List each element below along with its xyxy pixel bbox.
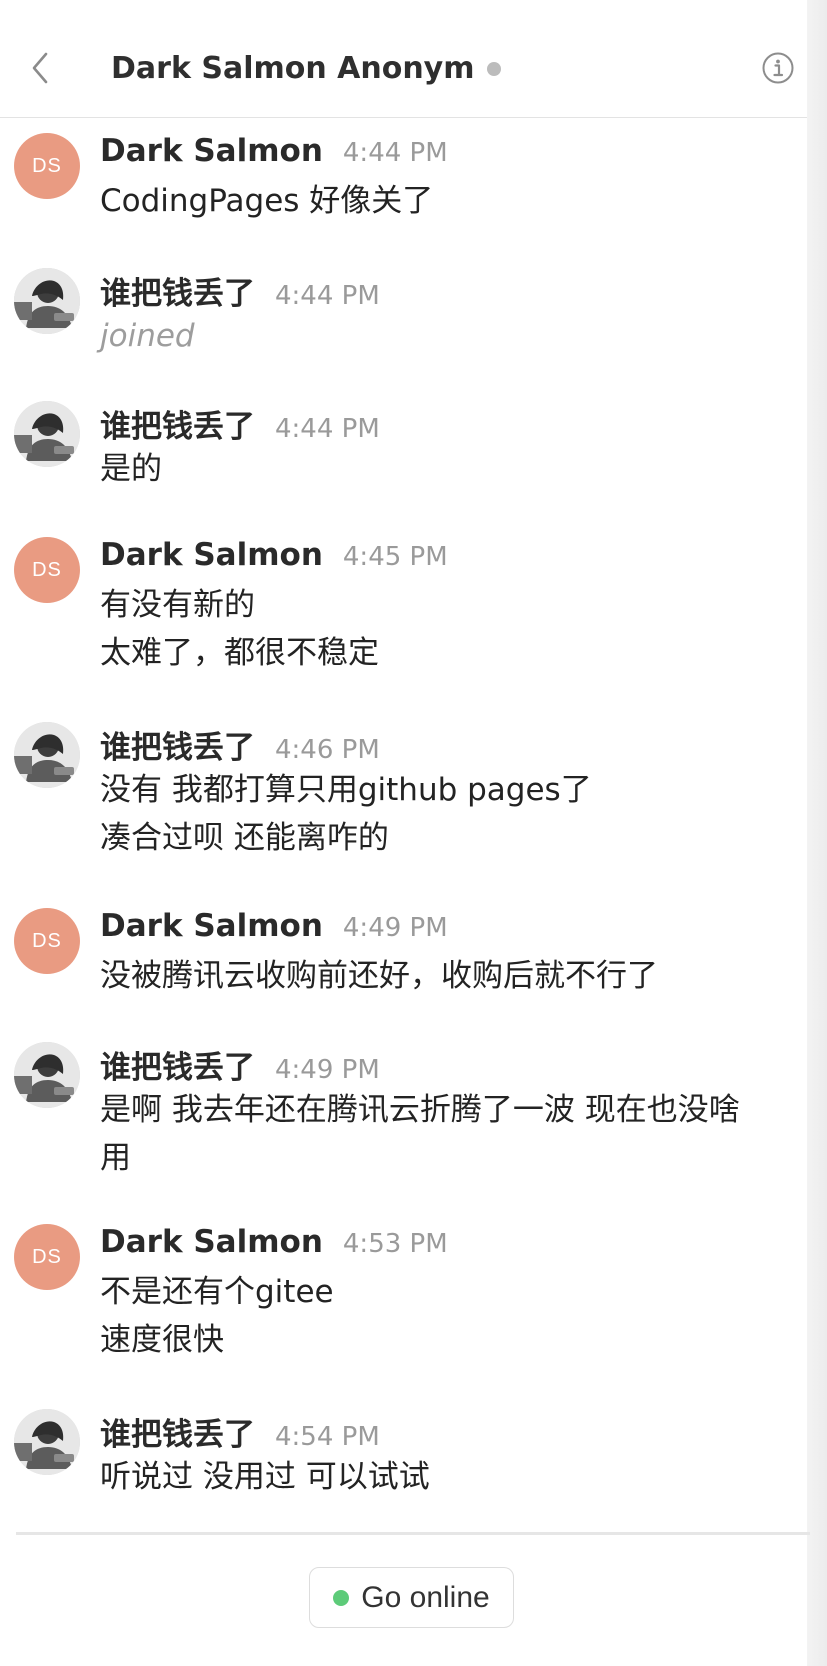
right-edge-shadow (807, 0, 827, 1666)
message-meta: 谁把钱丢了 4:54 PM (100, 1409, 790, 1453)
avatar-initials: DS (32, 154, 62, 177)
avatar-initials: DS (32, 929, 62, 952)
avatar (14, 1409, 80, 1475)
user-photo-icon (14, 722, 80, 788)
message-content: Dark Salmon 4:53 PM 不是还有个gitee 速度很快 (100, 1224, 790, 1364)
message-time: 4:46 PM (275, 735, 380, 765)
avatar: DS (14, 537, 80, 603)
message-author: Dark Salmon (100, 133, 323, 169)
avatar (14, 1042, 80, 1108)
message-line: 有没有新的 (100, 587, 255, 623)
message-time: 4:44 PM (342, 138, 448, 168)
message-line: CodingPages 好像关了 (100, 183, 434, 219)
avatar-initials: DS (32, 558, 62, 581)
message-author: 谁把钱丢了 (100, 409, 255, 445)
message-line: 用 (100, 1140, 131, 1176)
message-meta: 谁把钱丢了 4:49 PM (100, 1042, 790, 1086)
message-author: 谁把钱丢了 (100, 730, 255, 766)
user-photo-icon (14, 401, 80, 467)
message-line: 没有 我都打算只用github pages了 (100, 772, 592, 808)
message-meta: 谁把钱丢了 4:46 PM (100, 722, 790, 766)
message-meta: Dark Salmon 4:45 PM (100, 537, 790, 581)
avatar-initials: DS (32, 1245, 62, 1268)
message-author: 谁把钱丢了 (100, 276, 255, 312)
avatar: DS (14, 133, 80, 199)
message-author: 谁把钱丢了 (100, 1417, 255, 1453)
message-time: 4:45 PM (342, 542, 448, 572)
message-time: 4:44 PM (275, 281, 380, 311)
user-photo-icon (14, 268, 80, 334)
message-time: 4:49 PM (342, 913, 448, 943)
message-meta: Dark Salmon 4:44 PM (100, 133, 790, 177)
message-line: 太难了，都很不稳定 (100, 635, 379, 671)
user-photo-icon (14, 1042, 80, 1108)
message-time: 4:49 PM (275, 1055, 380, 1085)
message-line: 没被腾讯云收购前还好，收购后就不行了 (100, 958, 658, 994)
message-author: 谁把钱丢了 (100, 1050, 255, 1086)
message-author: Dark Salmon (100, 908, 323, 944)
message-content: Dark Salmon 4:45 PM 有没有新的 太难了，都很不稳定 (100, 537, 790, 677)
message-content: 谁把钱丢了 4:49 PM 是啊 我去年还在腾讯云折腾了一波 现在也没啥 用 (100, 1042, 790, 1182)
message-content: Dark Salmon 4:44 PM CodingPages 好像关了 (100, 133, 790, 225)
system-message: joined (100, 318, 195, 354)
message-list: DS Dark Salmon 4:44 PM CodingPages 好像关了 (0, 0, 807, 1530)
avatar: DS (14, 1224, 80, 1290)
message-line: 是啊 我去年还在腾讯云折腾了一波 现在也没啥 (100, 1092, 740, 1128)
message-meta: Dark Salmon 4:53 PM (100, 1224, 790, 1268)
avatar (14, 268, 80, 334)
message-line: 听说过 没用过 可以试试 (100, 1459, 430, 1495)
message-content: 谁把钱丢了 4:44 PM joined (100, 268, 790, 360)
go-online-label: Go online (361, 1580, 490, 1614)
online-dot-icon (333, 1589, 350, 1606)
avatar (14, 722, 80, 788)
message-line: 是的 (100, 451, 162, 487)
message-author: Dark Salmon (100, 1224, 323, 1260)
message-content: 谁把钱丢了 4:54 PM 听说过 没用过 可以试试 (100, 1409, 790, 1501)
message-time: 4:44 PM (275, 414, 380, 444)
footer-divider (16, 1532, 810, 1535)
user-photo-icon (14, 1409, 80, 1475)
message-content: Dark Salmon 4:49 PM 没被腾讯云收购前还好，收购后就不行了 (100, 908, 790, 1000)
go-online-button[interactable]: Go online (309, 1567, 514, 1628)
message-meta: Dark Salmon 4:49 PM (100, 908, 790, 952)
message-meta: 谁把钱丢了 4:44 PM (100, 268, 790, 312)
message-content: 谁把钱丢了 4:46 PM 没有 我都打算只用github pages了 凑合过… (100, 722, 790, 862)
message-line: 速度很快 (100, 1322, 224, 1358)
message-content: 谁把钱丢了 4:44 PM 是的 (100, 401, 790, 493)
avatar (14, 401, 80, 467)
message-author: Dark Salmon (100, 537, 323, 573)
message-line: 凑合过呗 还能离咋的 (100, 820, 389, 856)
message-time: 4:53 PM (342, 1229, 448, 1259)
message-meta: 谁把钱丢了 4:44 PM (100, 401, 790, 445)
avatar: DS (14, 908, 80, 974)
message-line: 不是还有个gitee (100, 1274, 334, 1310)
message-time: 4:54 PM (275, 1422, 380, 1452)
